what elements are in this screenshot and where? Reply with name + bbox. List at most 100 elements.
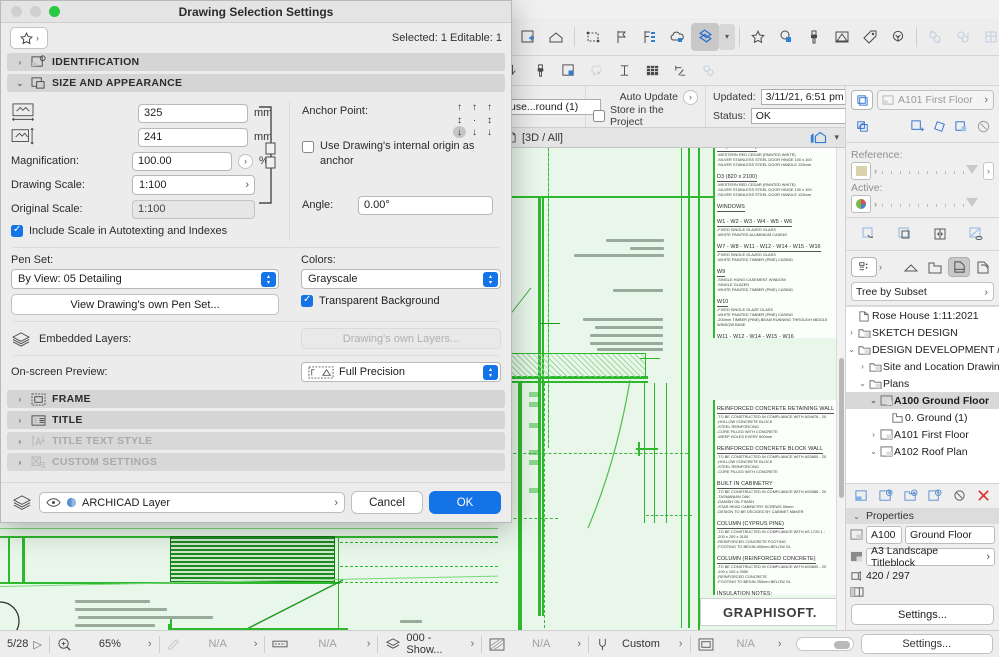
reference-swatch-chevron-icon[interactable]: › — [874, 166, 877, 176]
trace-reference-combo[interactable]: A101 First Floor › — [877, 90, 994, 110]
navigator-item[interactable]: Rose House 1:11:2021 — [846, 307, 999, 324]
anchor-bottom-center[interactable]: ↓ — [468, 126, 481, 138]
object-library-icon[interactable] — [554, 57, 582, 85]
line-indicator[interactable]: N/A › — [265, 631, 377, 657]
3d-view-dropdown-icon[interactable]: ▾ — [834, 132, 839, 143]
trace-align-icon[interactable] — [950, 116, 972, 136]
active-color-swatch[interactable] — [851, 195, 871, 213]
chevron-right-icon[interactable]: › — [245, 179, 249, 191]
include-scale-checkbox[interactable] — [11, 225, 23, 237]
include-scale-row[interactable]: Include Scale in Autotexting and Indexes — [11, 221, 289, 241]
opacity-slider[interactable] — [796, 637, 854, 651]
navigator-item[interactable]: ⌄ DESIGN DEVELOPMENT / C — [846, 341, 999, 358]
twisty-expanded-icon[interactable]: ⌄ — [857, 379, 868, 388]
trace-compare-icon[interactable] — [965, 224, 987, 244]
dimension-tool-icon[interactable] — [666, 57, 694, 85]
pen-set-stepper-icon[interactable]: ▴▾ — [261, 272, 276, 287]
custom-value[interactable]: Custom — [622, 638, 660, 650]
line-dropdown-icon[interactable]: › — [367, 638, 371, 650]
navigator-item[interactable]: 0. Ground (1) — [846, 409, 999, 426]
tree-mode-combo[interactable]: Tree by Subset › — [851, 282, 994, 301]
add-layout-icon[interactable] — [875, 486, 897, 506]
internal-origin-row[interactable]: Use Drawing's internal origin as anchor — [302, 139, 501, 169]
properties-section-header[interactable]: ⌄ Properties — [846, 508, 999, 524]
twisty-expanded-icon[interactable]: ⌄ — [868, 447, 879, 456]
anchor-top-right[interactable]: ↑ — [483, 101, 496, 113]
store-in-project-row[interactable]: Store in the Project — [593, 107, 698, 126]
shell-tool-icon[interactable] — [949, 23, 977, 51]
orientation-icon[interactable] — [850, 586, 864, 598]
cloud-tool-icon[interactable] — [663, 23, 691, 51]
active-slider[interactable] — [880, 196, 980, 212]
chevron-right-icon[interactable]: › — [984, 94, 988, 106]
chevron-right-icon[interactable]: › — [985, 286, 989, 298]
chevron-down-icon[interactable]: ⌄ — [15, 79, 25, 88]
add-master-layout-icon[interactable] — [924, 486, 946, 506]
new-layout-icon[interactable] — [850, 486, 872, 506]
flag-marker-icon[interactable] — [607, 23, 635, 51]
text-tool-icon[interactable] — [610, 57, 638, 85]
section-identification[interactable]: › IDENTIFICATION — [7, 53, 505, 71]
publisher-sets-icon[interactable] — [972, 257, 994, 277]
opacity-control[interactable] — [789, 631, 861, 657]
colors-popup[interactable]: Grayscale ▴▾ — [301, 269, 501, 289]
height-input[interactable]: 241 — [138, 128, 248, 147]
twisty-expanded-icon[interactable]: ⌄ — [846, 345, 857, 354]
page-next-icon[interactable]: ▷ — [33, 638, 41, 651]
add-subset-icon[interactable] — [899, 486, 921, 506]
delete-layout-icon[interactable] — [973, 486, 995, 506]
project-map-icon[interactable] — [900, 257, 922, 277]
chevron-down-icon[interactable]: ⌄ — [851, 512, 862, 521]
fill-dropdown-icon[interactable]: › — [577, 638, 581, 650]
trace-drag-icon[interactable] — [858, 224, 880, 244]
building-material-indicator[interactable]: N/A › — [691, 631, 789, 657]
trace-rotate-icon[interactable] — [928, 116, 950, 136]
fill-indicator[interactable]: N/A › — [482, 631, 588, 657]
pen-set-popup[interactable]: By View: 05 Detailing ▴▾ — [11, 269, 279, 289]
curtain-wall-icon[interactable] — [921, 23, 949, 51]
chevron-right-icon[interactable]: › — [15, 58, 25, 67]
transparent-background-row[interactable]: Transparent Background — [301, 295, 501, 307]
zoom-control[interactable]: 65% › — [50, 631, 159, 657]
anchor-middle-right[interactable]: ↕ — [483, 114, 496, 126]
favorites-chevron-icon[interactable]: › — [36, 33, 39, 43]
navigator-item[interactable]: ⌄ Plans — [846, 375, 999, 392]
layout-id-field[interactable]: A100 — [866, 526, 902, 544]
layer-value[interactable]: 000 - Show... — [406, 632, 465, 656]
home-story-icon[interactable] — [542, 23, 570, 51]
drawing-tool-dropdown[interactable]: ▾ — [719, 24, 735, 50]
profile-dropdown-icon[interactable]: › — [679, 638, 683, 650]
cancel-button[interactable]: Cancel — [351, 491, 423, 514]
comment-delete-icon[interactable] — [582, 57, 610, 85]
profile-indicator[interactable]: Custom › — [589, 631, 690, 657]
trace-swap-icon[interactable] — [851, 116, 873, 136]
trace-move-icon[interactable] — [906, 116, 928, 136]
anchor-bottom-left[interactable]: ↓ — [453, 126, 466, 138]
favorites-star-icon[interactable] — [744, 23, 772, 51]
navigator-item[interactable]: ⌄ A100 Ground Floor — [846, 392, 999, 409]
trace-split-view-icon[interactable] — [929, 224, 951, 244]
place-object-icon[interactable] — [514, 23, 542, 51]
anchor-top-center[interactable]: ↑ — [468, 101, 481, 113]
layer-indicator[interactable]: 000 - Show... › — [378, 631, 481, 657]
anchor-bottom-right[interactable]: ↓ — [483, 126, 496, 138]
drawing-canvas-lower-left[interactable] — [0, 520, 498, 630]
stair-tool-icon[interactable] — [977, 23, 999, 51]
twisty-expanded-icon[interactable]: ⌄ — [868, 396, 879, 405]
material-dropdown-icon[interactable]: › — [778, 638, 782, 650]
angle-input[interactable]: 0.00° — [358, 196, 493, 215]
trace-copy-icon[interactable] — [894, 224, 916, 244]
active-slider-row[interactable]: › — [851, 195, 994, 213]
active-swatch-chevron-icon[interactable]: › — [874, 199, 877, 209]
3d-view-mode-icon[interactable] — [809, 130, 831, 146]
fill-properties-icon[interactable] — [635, 23, 663, 51]
chevron-right-icon[interactable]: › — [15, 395, 25, 404]
layout-settings-button[interactable]: Settings... — [851, 604, 994, 625]
trace-reset-icon[interactable] — [972, 116, 994, 136]
drawing-canvas[interactable]: D2 (820 x 2100) -WESTERN RED CEDAR (PAIN… — [498, 148, 845, 630]
tree-object-icon[interactable] — [884, 23, 912, 51]
transparent-background-checkbox[interactable] — [301, 295, 313, 307]
layer-selector[interactable]: ARCHICAD Layer › — [39, 492, 345, 513]
zoom-dropdown-icon[interactable]: › — [148, 638, 152, 650]
drawing-tool-icon[interactable] — [691, 23, 719, 51]
